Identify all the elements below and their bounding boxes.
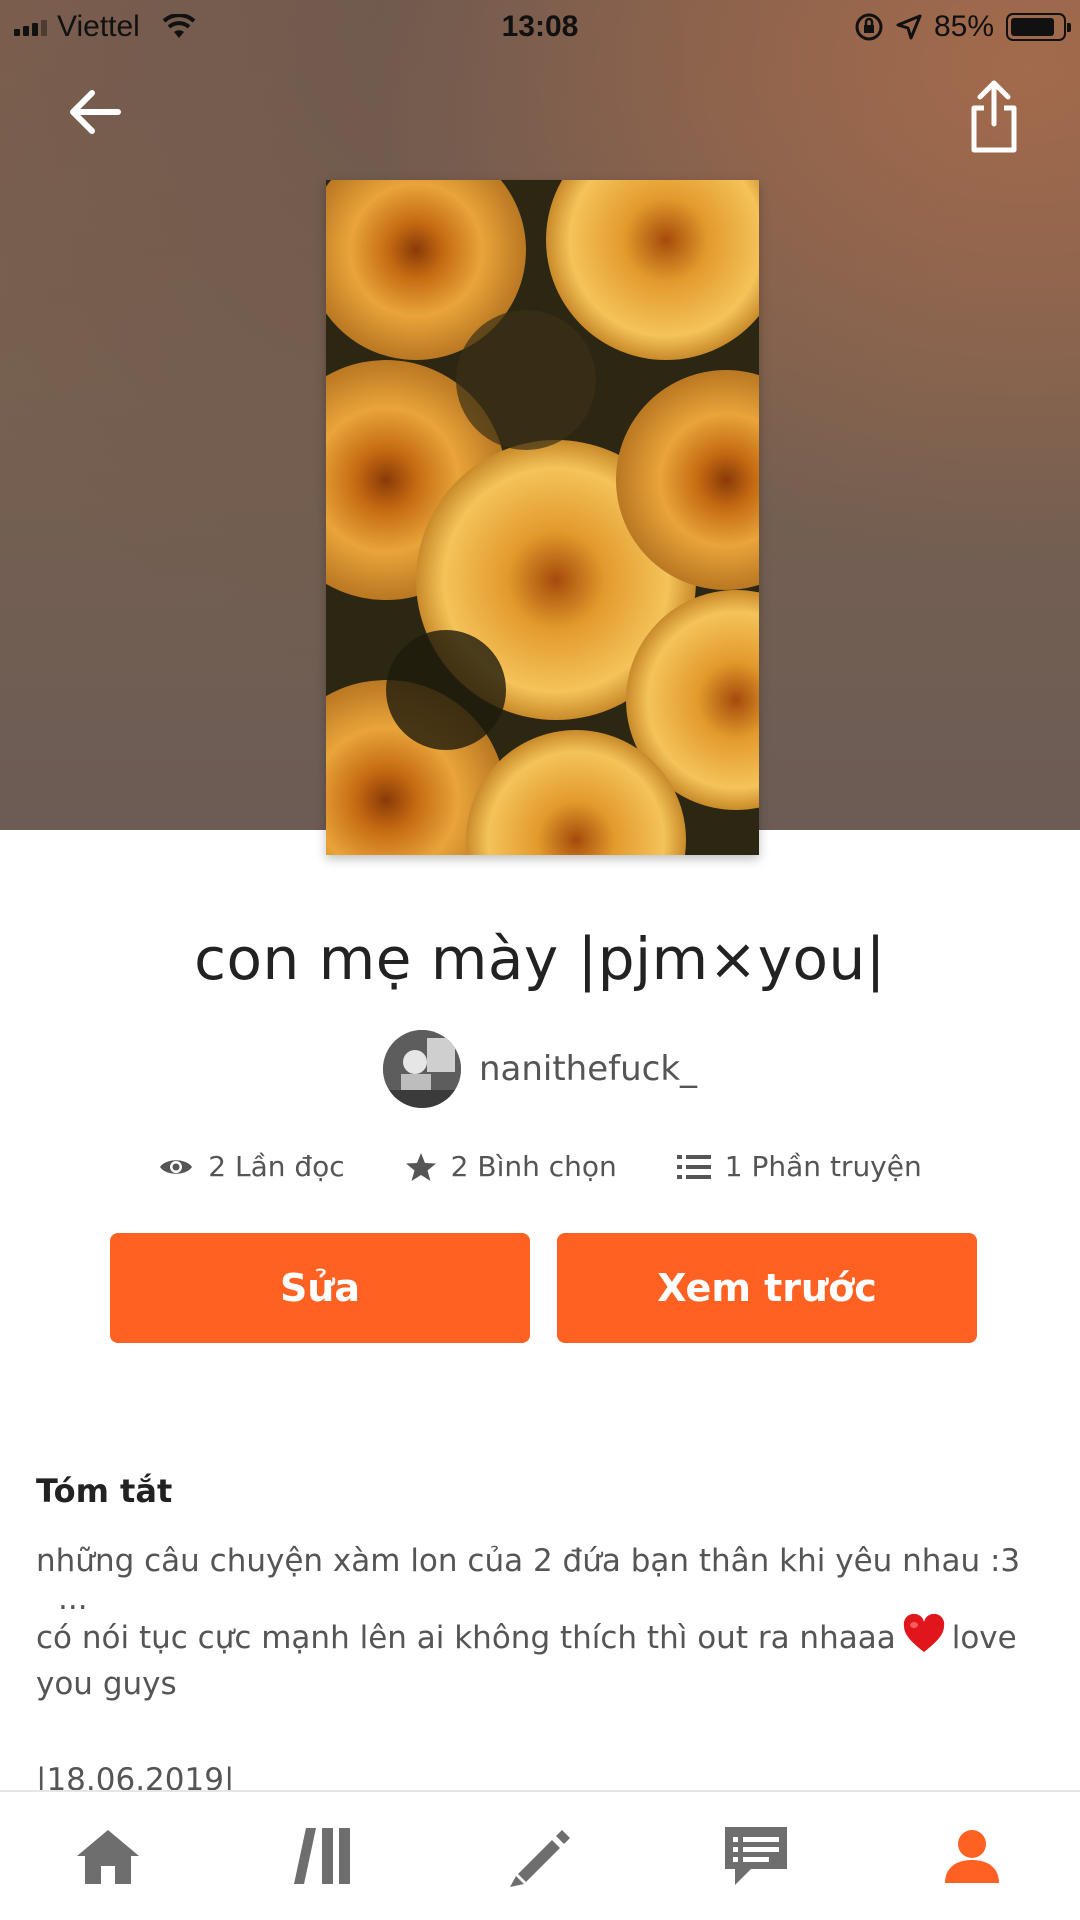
summary-line-text: love — [951, 1620, 1017, 1656]
summary-ellipsis: ... — [58, 1581, 88, 1617]
author-row[interactable]: nanithefuck_ — [0, 1030, 1080, 1108]
nav-library[interactable] — [274, 1806, 374, 1906]
back-button[interactable] — [60, 76, 132, 148]
reads-label: 2 Lần đọc — [208, 1150, 345, 1183]
summary-text: những câu chuyện xàm lon của 2 đứa bạn t… — [36, 1538, 1036, 1707]
story-stats: 2 Lần đọc 2 Bình chọn 1 Phần truyện — [0, 1150, 1080, 1183]
author-name[interactable]: nanithefuck_ — [479, 1049, 697, 1089]
rotation-lock-icon — [855, 13, 883, 41]
status-right: 85% — [854, 10, 1071, 44]
parts-stat[interactable]: 1 Phần truyện — [676, 1150, 922, 1183]
battery-icon — [1006, 13, 1071, 41]
story-cover-image[interactable] — [326, 180, 759, 855]
user-icon — [945, 1830, 999, 1883]
home-icon — [77, 1830, 139, 1884]
bottom-nav — [0, 1790, 1080, 1920]
library-icon — [294, 1828, 350, 1884]
nav-home[interactable] — [58, 1806, 158, 1906]
story-details-screen: Viettel 13:08 85% con mẹ mày |pjm×you| n… — [0, 0, 1080, 1920]
votes-label: 2 Bình chọn — [450, 1150, 617, 1183]
avatar[interactable] — [382, 1030, 461, 1108]
votes-stat: 2 Bình chọn — [405, 1150, 617, 1183]
share-button[interactable] — [958, 76, 1030, 156]
arrow-left-icon — [70, 90, 121, 134]
pencil-icon — [510, 1830, 570, 1887]
summary-line: những câu chuyện xàm lon của 2 đứa bạn t… — [36, 1543, 1021, 1579]
heart-icon — [903, 1614, 944, 1652]
share-icon — [971, 80, 1017, 153]
eye-icon — [160, 1159, 193, 1174]
nav-messages[interactable] — [706, 1806, 806, 1906]
location-arrow-icon — [896, 14, 922, 40]
summary-line: you guys — [36, 1666, 177, 1702]
preview-button[interactable]: Xem trước — [557, 1233, 977, 1343]
list-icon — [676, 1154, 711, 1179]
battery-fill — [1011, 18, 1054, 36]
chat-icon — [725, 1827, 787, 1885]
status-bar: Viettel 13:08 85% — [0, 0, 1080, 56]
nav-write[interactable] — [490, 1806, 590, 1906]
nav-profile[interactable] — [922, 1806, 1022, 1906]
summary-line: có nói tục cực mạnh lên ai không thích t… — [36, 1614, 1036, 1661]
story-title: con mẹ mày |pjm×you| — [194, 925, 886, 993]
edit-button[interactable]: Sửa — [110, 1233, 530, 1343]
summary-line-text: có nói tục cực mạnh lên ai không thích t… — [36, 1620, 896, 1656]
parts-label: 1 Phần truyện — [724, 1150, 922, 1183]
battery-percent: 85% — [933, 10, 994, 43]
reads-stat: 2 Lần đọc — [158, 1150, 345, 1183]
star-icon — [405, 1152, 436, 1181]
summary-heading: Tóm tắt — [36, 1472, 173, 1510]
